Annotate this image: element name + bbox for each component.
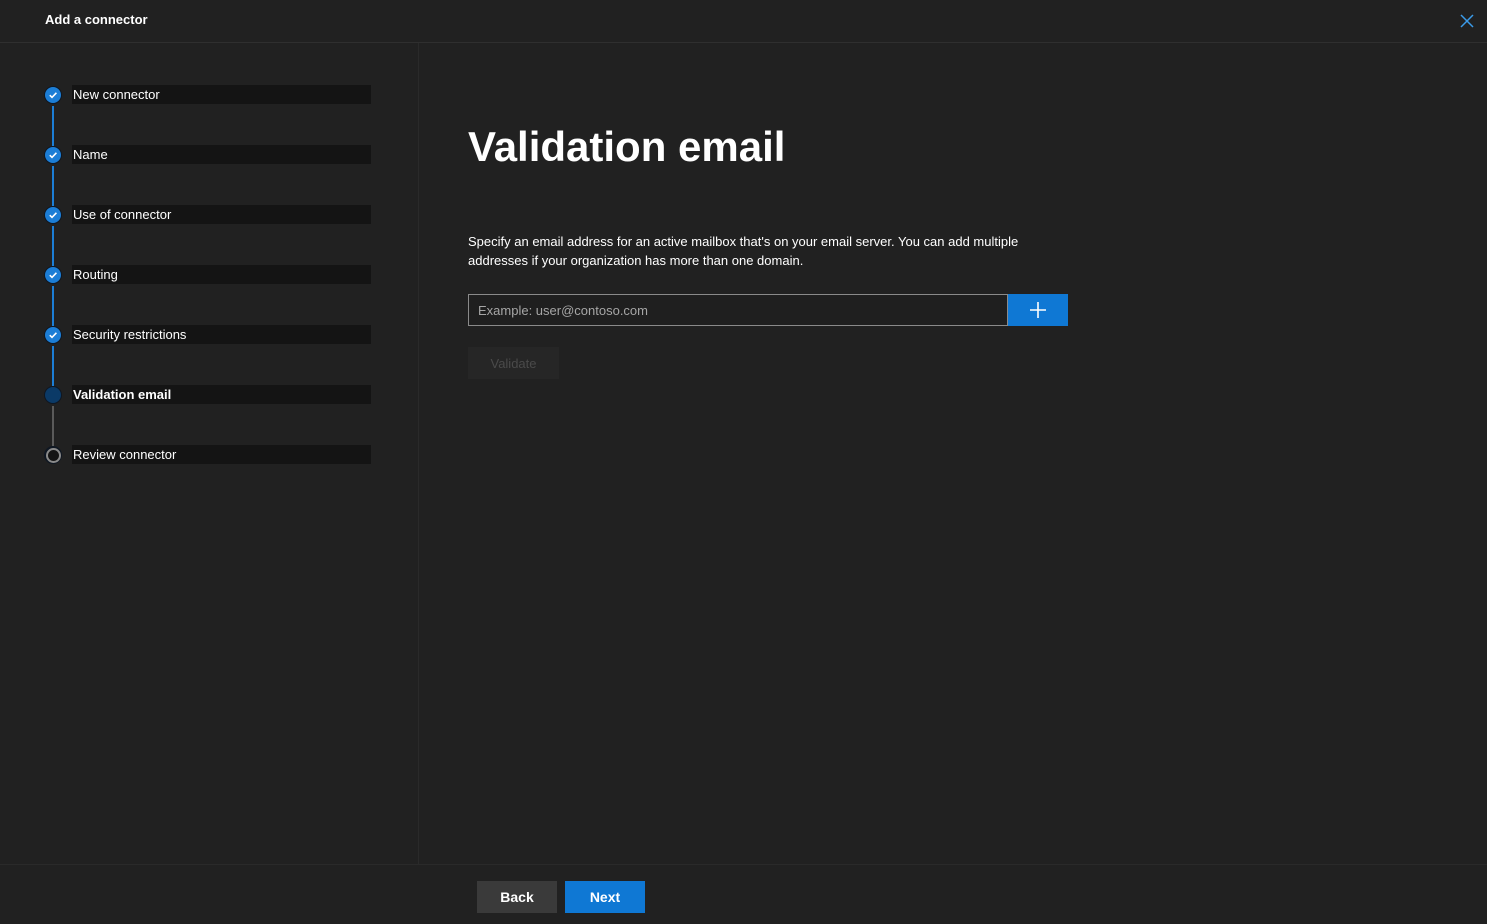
step-connector-line [52,166,54,206]
panel-footer: Back Next [0,864,1487,924]
pending-step-indicator [45,447,61,463]
close-button[interactable] [1456,10,1478,32]
validate-button[interactable]: Validate [468,347,559,379]
checkmark-icon [49,332,57,339]
step-connector-line [52,106,54,146]
page-description: Specify an email address for an active m… [468,234,1019,268]
step-connector-line [52,286,54,326]
step-connector-line [52,226,54,266]
checkmark-icon [49,92,57,99]
page-title: Validation email [468,123,786,170]
checkmark-icon [49,212,57,219]
step-label: Name [73,147,108,162]
panel-header: Add a connector [0,0,1487,43]
checkmark-icon [49,152,57,159]
checkmark-icon [49,272,57,279]
step-label: Use of connector [73,207,172,222]
step-security-restrictions[interactable]: Security restrictions [44,325,371,345]
main-content: Validation email Specify an email addres… [420,43,1487,864]
email-address-input[interactable] [468,294,1008,326]
step-review-connector[interactable]: Review connector [44,445,371,465]
step-label: Validation email [73,387,172,402]
step-connector-line [52,406,54,446]
wizard-steps: New connector Name Use of connector Rout… [0,43,419,864]
add-connector-panel: Add a connector New connector Name Use o… [0,0,1487,924]
step-routing[interactable]: Routing [44,265,371,285]
step-label: New connector [73,87,160,102]
step-use-of-connector[interactable]: Use of connector [44,205,371,225]
step-name[interactable]: Name [44,145,371,165]
step-label: Security restrictions [73,327,187,342]
add-email-button[interactable] [1008,294,1068,326]
next-button[interactable]: Next [565,881,645,913]
step-label: Routing [73,267,118,282]
plus-icon [1030,302,1046,318]
step-new-connector[interactable]: New connector [44,85,371,105]
step-connector-line [52,346,54,386]
panel-title: Add a connector [45,12,148,27]
current-step-indicator [45,387,61,403]
step-validation-email[interactable]: Validation email [44,385,371,405]
back-button[interactable]: Back [477,881,557,913]
step-label: Review connector [73,447,177,462]
close-icon [1460,14,1474,28]
